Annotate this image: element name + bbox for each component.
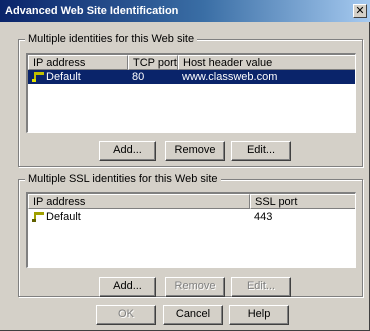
cancel-button[interactable]: Cancel — [163, 305, 223, 325]
edit-identity-button[interactable]: Edit... — [231, 141, 291, 161]
column-ssl-port[interactable]: SSL port — [250, 194, 355, 209]
identity-ip: Default — [46, 71, 81, 83]
identities-group-label: Multiple identities for this Web site — [25, 32, 198, 46]
identities-groupbox: Multiple identities for this Web site IP… — [18, 32, 363, 167]
remove-ssl-identity-label: Remove — [174, 280, 216, 292]
network-card-icon — [32, 72, 44, 82]
window-title: Advanced Web Site Identification — [5, 5, 179, 17]
ok-label: OK — [118, 308, 134, 320]
column-ssl-ip-address[interactable]: IP address — [28, 194, 250, 209]
column-host-header[interactable]: Host header value — [178, 55, 355, 70]
help-button[interactable]: Help — [229, 305, 289, 325]
ssl-identity-port: 443 — [254, 211, 273, 223]
cancel-label: Cancel — [175, 308, 211, 320]
ssl-identity-row[interactable]: Default 443 — [28, 210, 355, 224]
add-ssl-identity-label: Add... — [113, 280, 142, 292]
edit-identity-label: Edit... — [246, 144, 276, 156]
ssl-identities-group-label: Multiple SSL identities for this Web sit… — [25, 172, 221, 186]
network-card-icon — [32, 212, 44, 222]
column-ip-address[interactable]: IP address — [28, 55, 128, 70]
ssl-identity-ip: Default — [46, 211, 81, 223]
edit-ssl-identity-button[interactable]: Edit... — [231, 277, 291, 297]
title-bar[interactable]: Advanced Web Site Identification ✕ — [0, 0, 370, 22]
add-identity-label: Add... — [113, 144, 142, 156]
help-label: Help — [247, 308, 271, 320]
edit-ssl-identity-label: Edit... — [246, 280, 276, 292]
identity-row[interactable]: Default 80 www.classweb.com — [28, 70, 355, 84]
ssl-identities-groupbox: Multiple SSL identities for this Web sit… — [18, 172, 363, 297]
identity-host: www.classweb.com — [182, 71, 278, 83]
remove-ssl-identity-button[interactable]: Remove — [165, 277, 225, 297]
ssl-identities-list-header: IP address SSL port — [28, 194, 355, 209]
add-identity-button[interactable]: Add... — [99, 141, 156, 161]
identities-list-header: IP address TCP port Host header value — [28, 55, 355, 70]
close-icon[interactable]: ✕ — [353, 4, 367, 18]
ok-button[interactable]: OK — [96, 305, 156, 325]
column-tcp-port[interactable]: TCP port — [128, 55, 178, 70]
ssl-identities-list[interactable]: IP address SSL port Default 443 — [26, 192, 356, 268]
advanced-web-site-identification-dialog: Advanced Web Site Identification ✕ Multi… — [0, 0, 370, 331]
add-ssl-identity-button[interactable]: Add... — [99, 277, 156, 297]
identities-list[interactable]: IP address TCP port Host header value De… — [26, 53, 356, 133]
remove-identity-button[interactable]: Remove — [165, 141, 225, 161]
identity-port: 80 — [132, 71, 145, 83]
remove-identity-label: Remove — [174, 144, 216, 156]
